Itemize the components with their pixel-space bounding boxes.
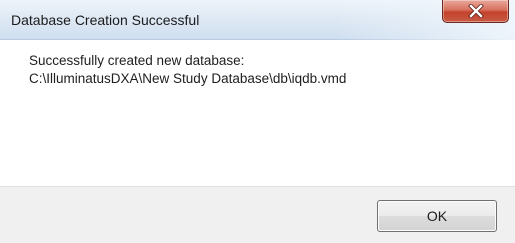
window-title: Database Creation Successful [11, 12, 200, 28]
close-button[interactable] [442, 0, 509, 23]
message-line-2-path: C:\IlluminatusDXA\New Study Database\db\… [29, 71, 347, 86]
close-icon [467, 4, 484, 18]
dialog-window: Database Creation Successful Successfull… [0, 0, 515, 243]
message-text: Successfully created new database: C:\Il… [29, 52, 346, 88]
message-line-1: Successfully created new database: [29, 53, 245, 68]
dialog-footer: OK [0, 186, 515, 243]
ok-button[interactable]: OK [377, 200, 497, 232]
title-bar[interactable]: Database Creation Successful [0, 0, 515, 40]
